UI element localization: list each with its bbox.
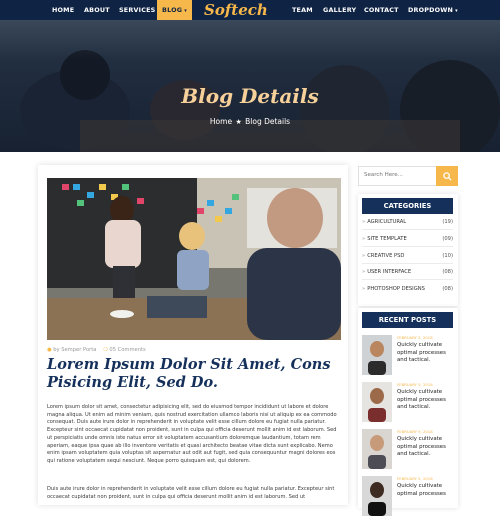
recent-post-item[interactable]: FEBRUARY 5, 2018 Quickly cultivate optim… [362, 382, 457, 428]
nav-about[interactable]: ABOUT [84, 0, 110, 20]
recent-post-thumbnail[interactable] [362, 382, 392, 422]
nav-home[interactable]: HOME [52, 0, 74, 20]
post-author[interactable]: by Semper Porta [53, 347, 96, 353]
category-count: (09) [442, 236, 453, 242]
search-button[interactable] [436, 166, 458, 186]
recent-post-item[interactable]: FEBRUARY 5, 2018 Quickly cultivate optim… [362, 335, 457, 381]
recent-post-title[interactable]: Quickly cultivate optimal processes and … [397, 436, 455, 459]
arrow-right-icon: » [362, 269, 366, 275]
nav-dropdown[interactable]: DROPDOWN ▾ [408, 0, 458, 20]
page-title: Blog Details [181, 84, 319, 108]
category-item[interactable]: » USER INTERFACE (08) [362, 264, 453, 280]
category-label: CREATIVE PSD [367, 253, 405, 259]
category-label: USER INTERFACE [367, 269, 412, 275]
category-item[interactable]: » AGRICULTURAL (19) [362, 214, 453, 230]
post-paragraph: Duis aute irure dolor in reprehenderit i… [47, 486, 335, 500]
search-input[interactable] [364, 172, 434, 178]
breadcrumb-home[interactable]: Home [210, 117, 232, 126]
meeting-photo-illustration [47, 178, 341, 340]
nav-contact[interactable]: CONTACT [364, 0, 399, 20]
arrow-right-icon: » [362, 236, 366, 242]
post-comments[interactable]: 05 Comments [109, 347, 145, 353]
recent-post-title[interactable]: Quickly cultivate optimal processes and … [397, 389, 455, 412]
category-item[interactable]: » PHOTOSHOP DESIGNS (08) [362, 281, 453, 297]
post-title: Lorem Ipsum Dolor Sit Amet, Cons Pisicin… [47, 356, 331, 391]
recent-post-date: FEBRUARY 5, 2018 [397, 382, 433, 387]
portrait-illustration [362, 382, 392, 422]
category-label: PHOTOSHOP DESIGNS [367, 286, 425, 292]
post-meta: ● by Semper Porta ❍ 05 Comments [47, 347, 146, 353]
arrow-right-icon: » [362, 286, 366, 292]
category-count: (08) [442, 269, 453, 275]
category-label: AGRICULTURAL [367, 219, 407, 225]
top-navbar: HOME ABOUT SERVICES BLOG ▾ Softech TEAM G… [0, 0, 500, 20]
category-count: (19) [442, 219, 453, 225]
category-count: (08) [442, 286, 453, 292]
recent-posts-heading: RECENT POSTS [362, 312, 453, 328]
nav-gallery[interactable]: GALLERY [323, 0, 356, 20]
portrait-illustration [362, 476, 392, 516]
category-count: (10) [442, 253, 453, 259]
user-icon: ● [47, 347, 52, 353]
chevron-down-icon: ▾ [455, 8, 458, 14]
recent-post-title[interactable]: Quickly cultivate optimal processes and … [397, 342, 455, 365]
categories-heading: CATEGORIES [362, 198, 453, 214]
chevron-down-icon: ▾ [184, 8, 187, 14]
breadcrumb: Home ★ Blog Details [0, 117, 500, 126]
star-icon: ★ [235, 118, 242, 126]
nav-blog[interactable]: BLOG ▾ [157, 0, 192, 20]
category-item[interactable]: » SITE TEMPLATE (09) [362, 231, 453, 247]
breadcrumb-current: Blog Details [245, 117, 291, 126]
recent-post-item[interactable]: FEBRUARY 9, 2018 Quickly cultivate optim… [362, 429, 457, 475]
nav-blog-label: BLOG [162, 6, 183, 14]
nav-services[interactable]: SERVICES [119, 0, 155, 20]
comment-icon: ❍ [103, 347, 108, 353]
search-icon [442, 171, 452, 181]
portrait-illustration [362, 429, 392, 469]
search-box [358, 166, 458, 186]
recent-post-thumbnail[interactable] [362, 335, 392, 375]
recent-post-date: FEBRUARY 9, 2018 [397, 429, 433, 434]
category-item[interactable]: » CREATIVE PSD (10) [362, 248, 453, 264]
hero-banner: Blog Details Home ★ Blog Details [0, 20, 500, 152]
arrow-right-icon: » [362, 253, 366, 259]
nav-team[interactable]: TEAM [292, 0, 313, 20]
nav-dropdown-label: DROPDOWN [408, 6, 454, 14]
recent-post-thumbnail[interactable] [362, 429, 392, 469]
post-paragraph: Lorem ipsum dolor sit amet, consectetur … [47, 404, 337, 464]
recent-post-date: FEBRUARY 5, 2018 [397, 476, 433, 481]
portrait-illustration [362, 335, 392, 375]
post-featured-image [47, 178, 341, 340]
recent-post-title[interactable]: Quickly cultivate optimal processes [397, 483, 455, 498]
site-logo[interactable]: Softech [204, 0, 268, 20]
recent-post-date: FEBRUARY 5, 2018 [397, 335, 433, 340]
arrow-right-icon: » [362, 219, 366, 225]
recent-post-item[interactable]: FEBRUARY 5, 2018 Quickly cultivate optim… [362, 476, 457, 522]
category-label: SITE TEMPLATE [367, 236, 407, 242]
recent-post-thumbnail[interactable] [362, 476, 392, 516]
